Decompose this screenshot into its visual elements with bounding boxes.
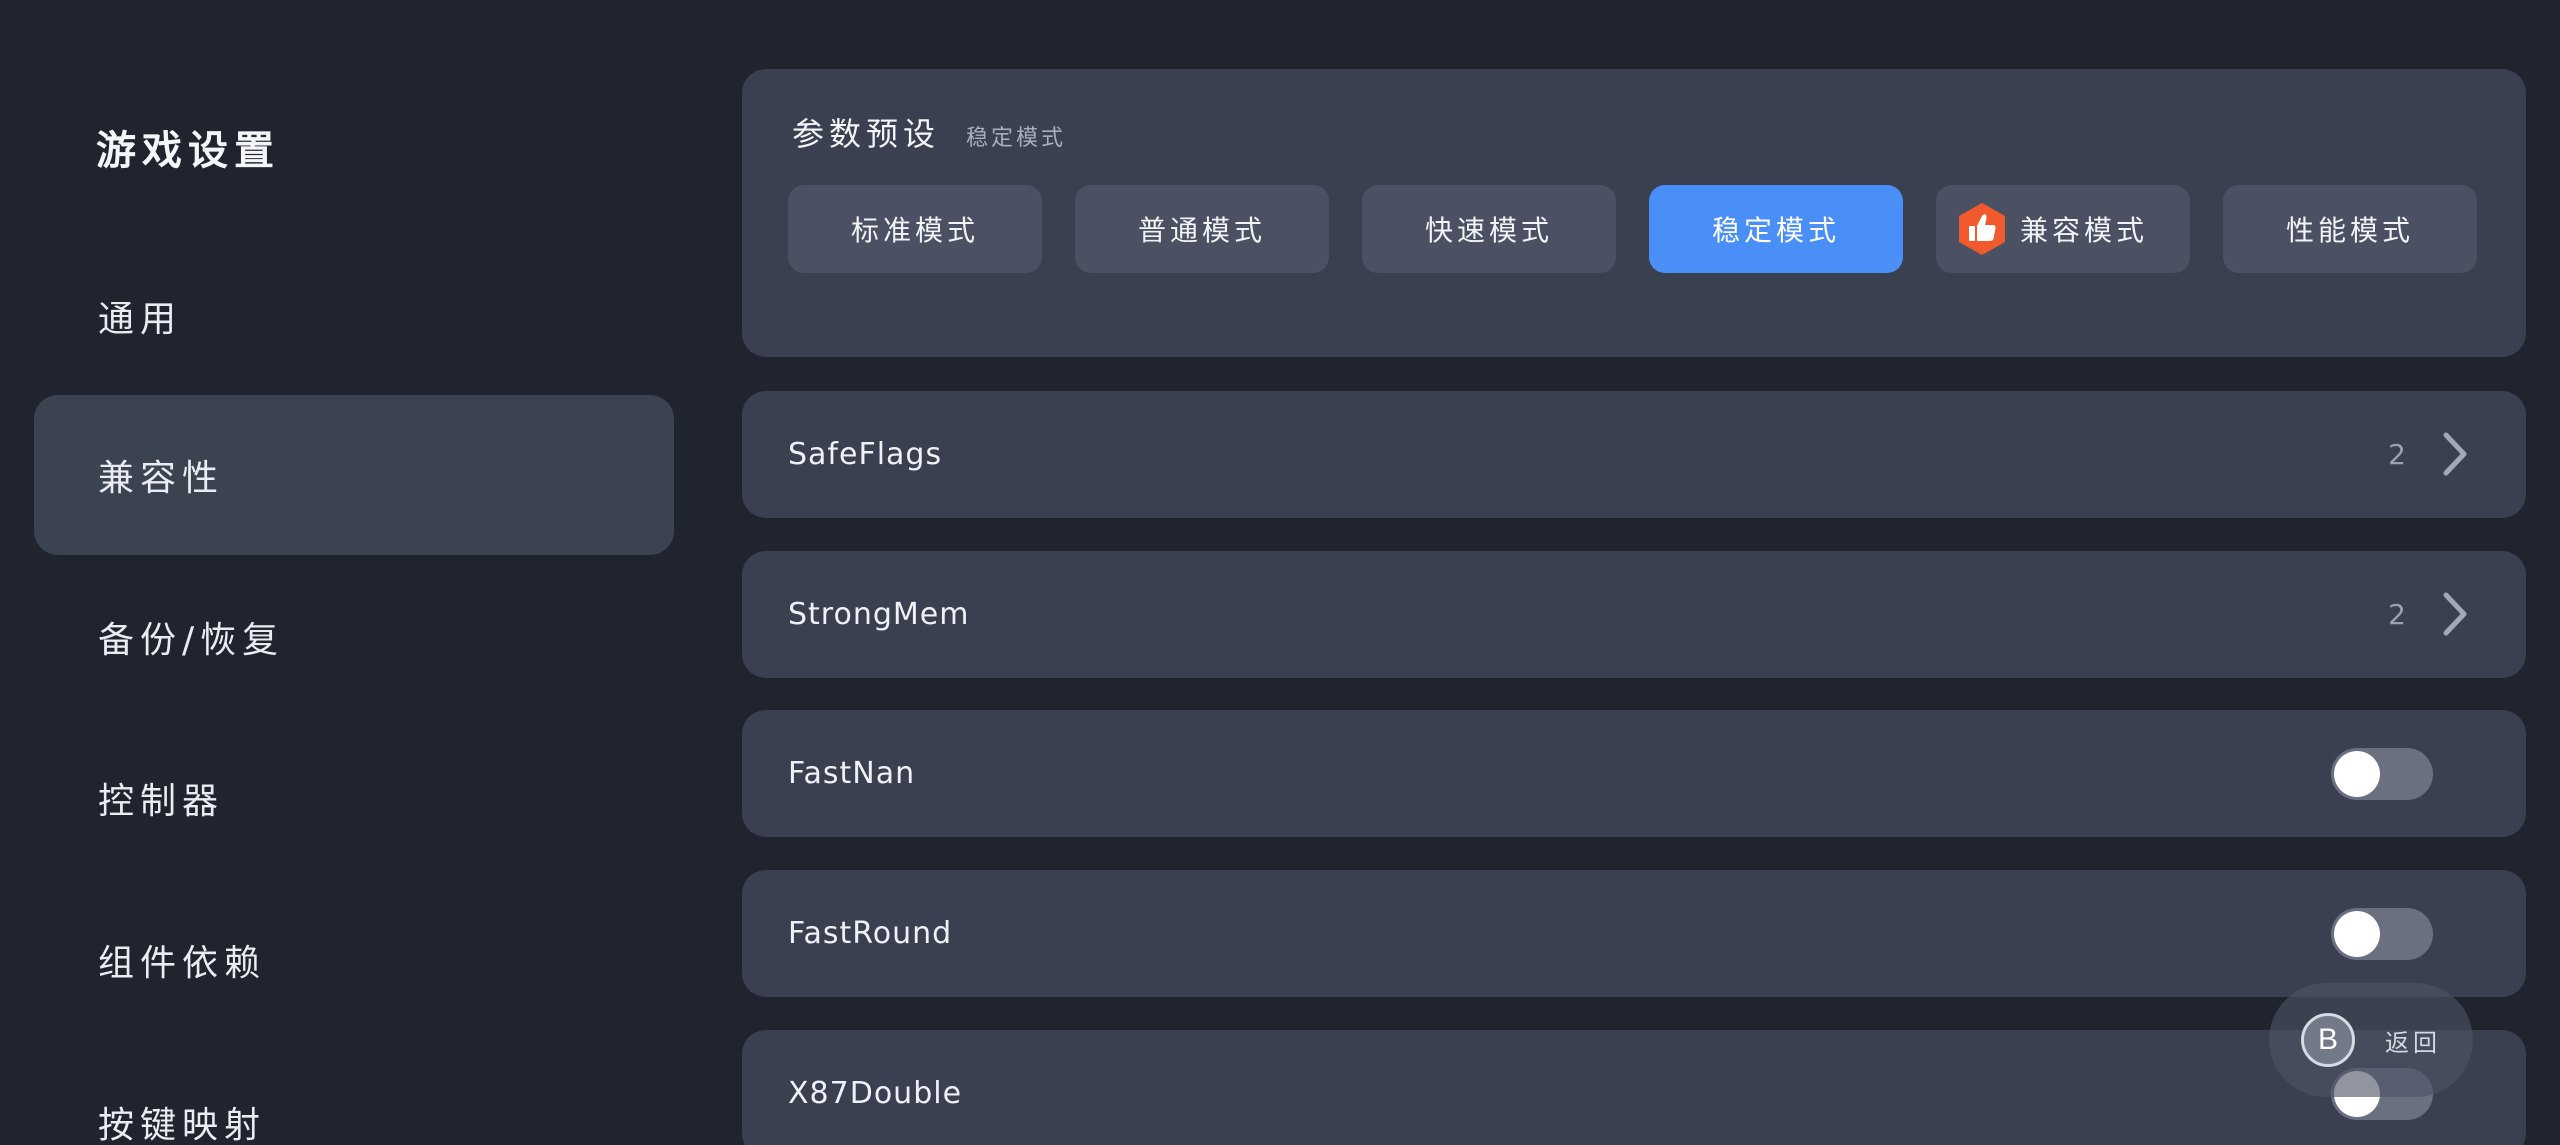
sidebar-item-components[interactable]: 组件依赖 — [34, 880, 674, 1040]
setting-row-fastnan: FastNan — [742, 710, 2526, 837]
back-button[interactable]: B 返回 — [2269, 983, 2473, 1097]
preset-fast-button[interactable]: 快速模式 — [1362, 185, 1616, 273]
back-label: 返回 — [2385, 1028, 2441, 1057]
preset-heading: 参数预设 稳定模式 — [792, 109, 1066, 155]
sidebar-item-label: 按键映射 — [98, 1105, 267, 1145]
preset-compatible-button[interactable]: 兼容模式 — [1936, 185, 2190, 273]
chevron-right-icon[interactable] — [2440, 591, 2470, 637]
setting-row-x87double: X87Double — [742, 1030, 2526, 1145]
preset-stable-button[interactable]: 稳定模式 — [1649, 185, 1903, 273]
thumbs-up-icon — [1956, 201, 2008, 257]
setting-value: 2 — [2388, 598, 2406, 631]
preset-normal-button[interactable]: 普通模式 — [1075, 185, 1329, 273]
sidebar-item-key-mapping[interactable]: 按键映射 — [34, 1042, 674, 1145]
setting-row-fastround: FastRound — [742, 870, 2526, 997]
sidebar-item-label: 通用 — [98, 299, 183, 340]
preset-button-label: 稳定模式 — [1711, 214, 1840, 247]
setting-label: FastRound — [788, 916, 953, 951]
chevron-right-icon[interactable] — [2440, 431, 2470, 477]
setting-value: 2 — [2388, 438, 2406, 471]
preset-card: 参数预设 稳定模式 标准模式 普通模式 快速模式 稳定模式 兼容模式 性能模式 — [742, 69, 2526, 357]
sidebar-item-backup-restore[interactable]: 备份/恢复 — [34, 557, 674, 717]
sidebar-item-general[interactable]: 通用 — [34, 236, 674, 396]
preset-standard-button[interactable]: 标准模式 — [788, 185, 1042, 273]
preset-button-label: 性能模式 — [2285, 214, 2414, 247]
preset-button-label: 快速模式 — [1424, 214, 1553, 247]
preset-button-label: 标准模式 — [850, 214, 979, 247]
setting-label: StrongMem — [788, 597, 970, 632]
sidebar-item-compatibility[interactable]: 兼容性 — [34, 395, 674, 555]
sidebar-item-controller[interactable]: 控制器 — [34, 718, 674, 878]
setting-label: SafeFlags — [788, 437, 943, 472]
setting-label: FastNan — [788, 756, 916, 791]
preset-performance-button[interactable]: 性能模式 — [2223, 185, 2477, 273]
game-settings-screen: 游戏设置 通用 兼容性 备份/恢复 控制器 组件依赖 按键映射 参数预设 稳定模… — [0, 0, 2560, 1145]
preset-title: 参数预设 — [792, 115, 941, 153]
b-button-icon: B — [2301, 1013, 2355, 1067]
setting-row-safeflags[interactable]: SafeFlags 2 — [742, 391, 2526, 518]
sidebar-item-label: 控制器 — [98, 781, 225, 822]
preset-current-value: 稳定模式 — [966, 126, 1067, 151]
toggle-knob — [2334, 751, 2380, 797]
sidebar-title: 游戏设置 — [96, 128, 280, 174]
setting-label: X87Double — [788, 1076, 963, 1111]
sidebar-item-label: 兼容性 — [98, 458, 225, 499]
fastnan-toggle[interactable] — [2331, 748, 2433, 800]
preset-button-label: 普通模式 — [1137, 214, 1266, 247]
sidebar: 游戏设置 通用 兼容性 备份/恢复 控制器 组件依赖 按键映射 — [0, 0, 720, 1145]
preset-button-group: 标准模式 普通模式 快速模式 稳定模式 兼容模式 性能模式 — [788, 185, 2477, 273]
setting-row-strongmem[interactable]: StrongMem 2 — [742, 551, 2526, 678]
preset-button-label: 兼容模式 — [2019, 214, 2148, 247]
sidebar-item-label: 备份/恢复 — [98, 620, 285, 661]
fastround-toggle[interactable] — [2331, 908, 2433, 960]
toggle-knob — [2334, 911, 2380, 957]
sidebar-item-label: 组件依赖 — [98, 943, 267, 984]
